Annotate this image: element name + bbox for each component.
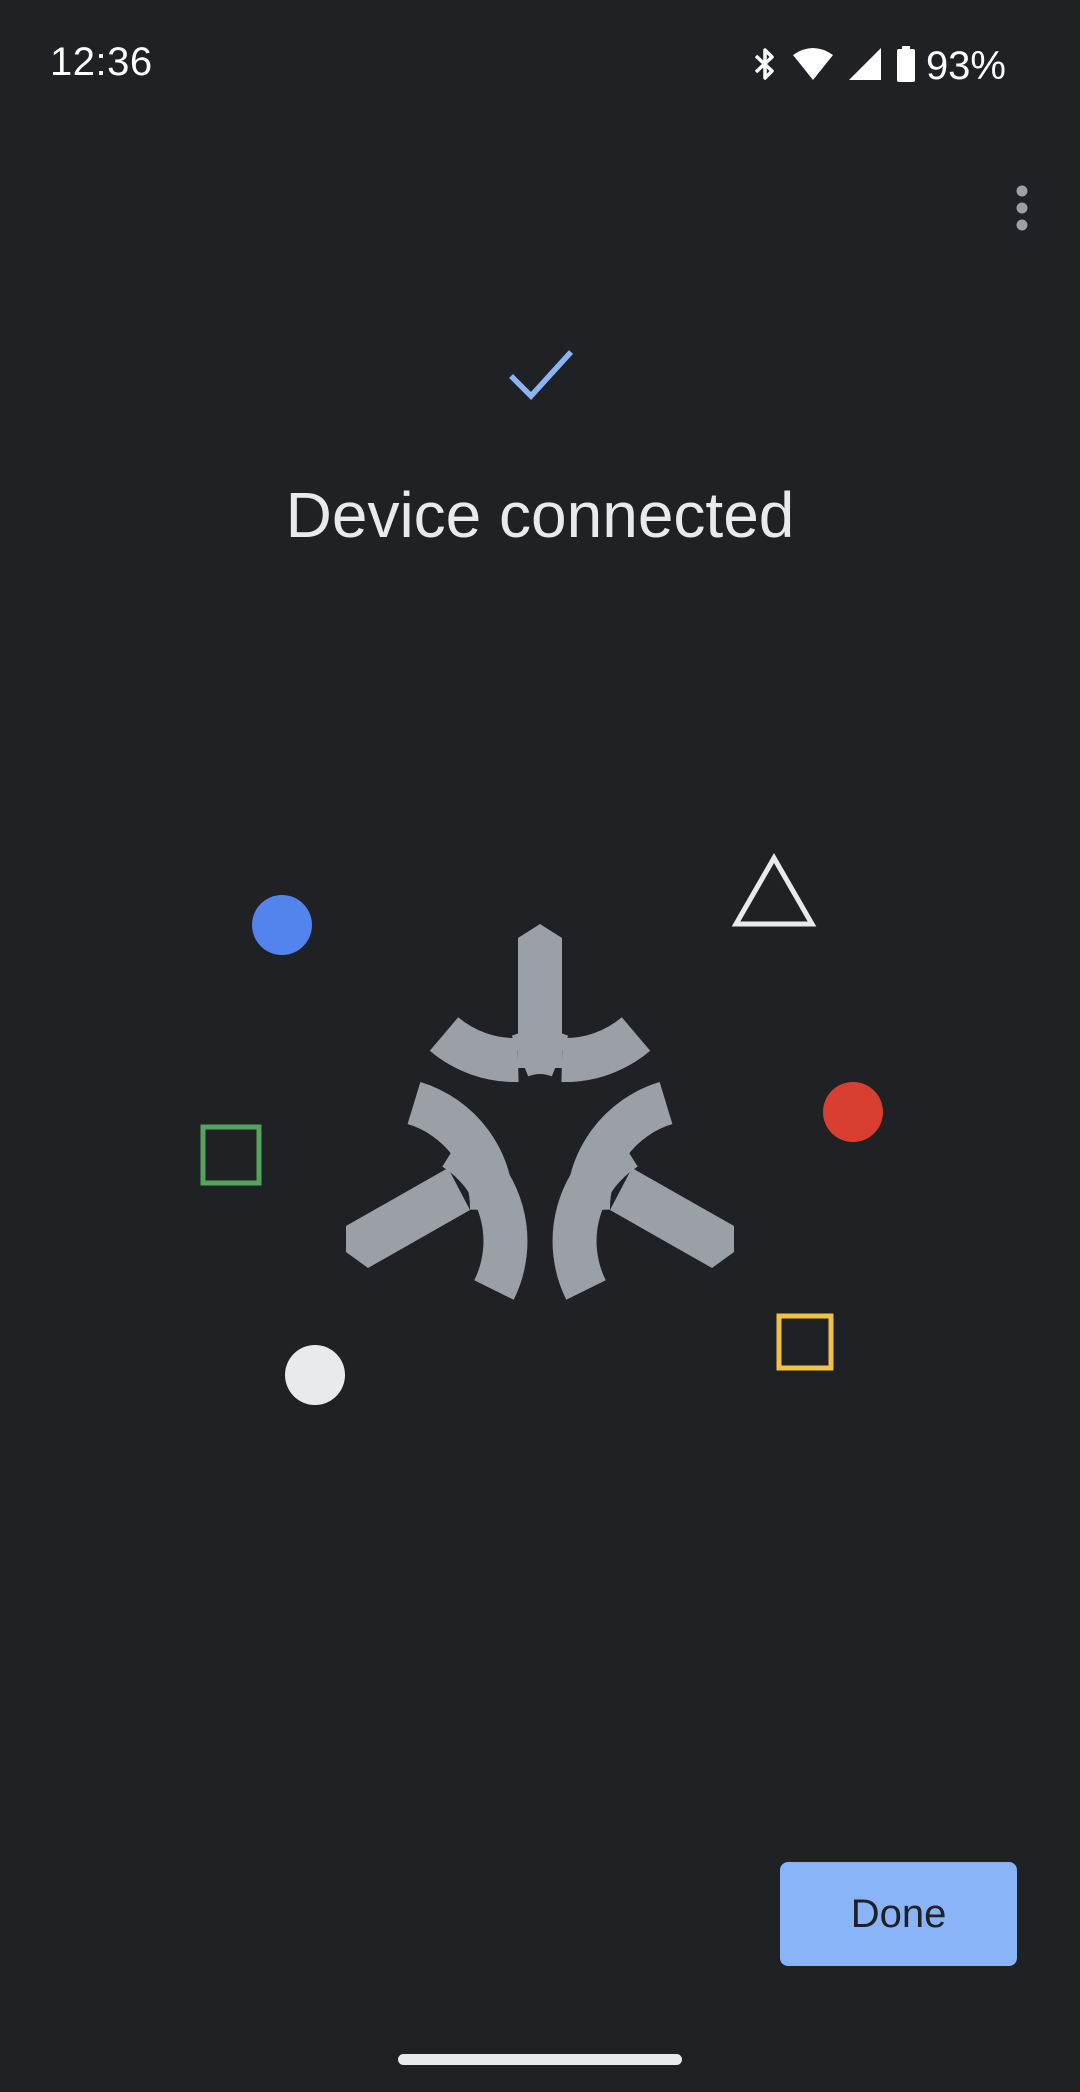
matter-illustration: [200, 852, 883, 1405]
red-dot: [823, 1082, 883, 1142]
page-title: Device connected: [285, 479, 795, 551]
more-options-icon[interactable]: [1000, 176, 1044, 240]
matter-logo-arm-right: [552, 1081, 734, 1300]
matter-logo: [346, 924, 734, 1300]
gesture-nav-bar[interactable]: [398, 2054, 682, 2065]
wifi-icon: [792, 47, 834, 86]
done-button[interactable]: Done: [780, 1862, 1017, 1966]
battery-icon: [896, 45, 916, 87]
bluetooth-icon: [752, 46, 778, 87]
white-dot: [285, 1345, 345, 1405]
white-triangle-outline: [731, 852, 817, 927]
matter-logo-arm-top: [429, 924, 651, 1083]
status-time: 12:36: [50, 40, 153, 84]
matter-logo-arm-left: [346, 1081, 528, 1300]
cell-signal-icon: [848, 47, 882, 86]
checkmark-icon: [509, 350, 574, 400]
blue-dot: [252, 895, 312, 955]
status-icons: 93%: [738, 44, 1006, 88]
green-square-outline: [200, 1124, 262, 1186]
battery-percent: 93%: [925, 43, 1006, 88]
status-bar: 12:36 93%: [0, 0, 1080, 132]
yellow-square-outline: [776, 1313, 834, 1371]
